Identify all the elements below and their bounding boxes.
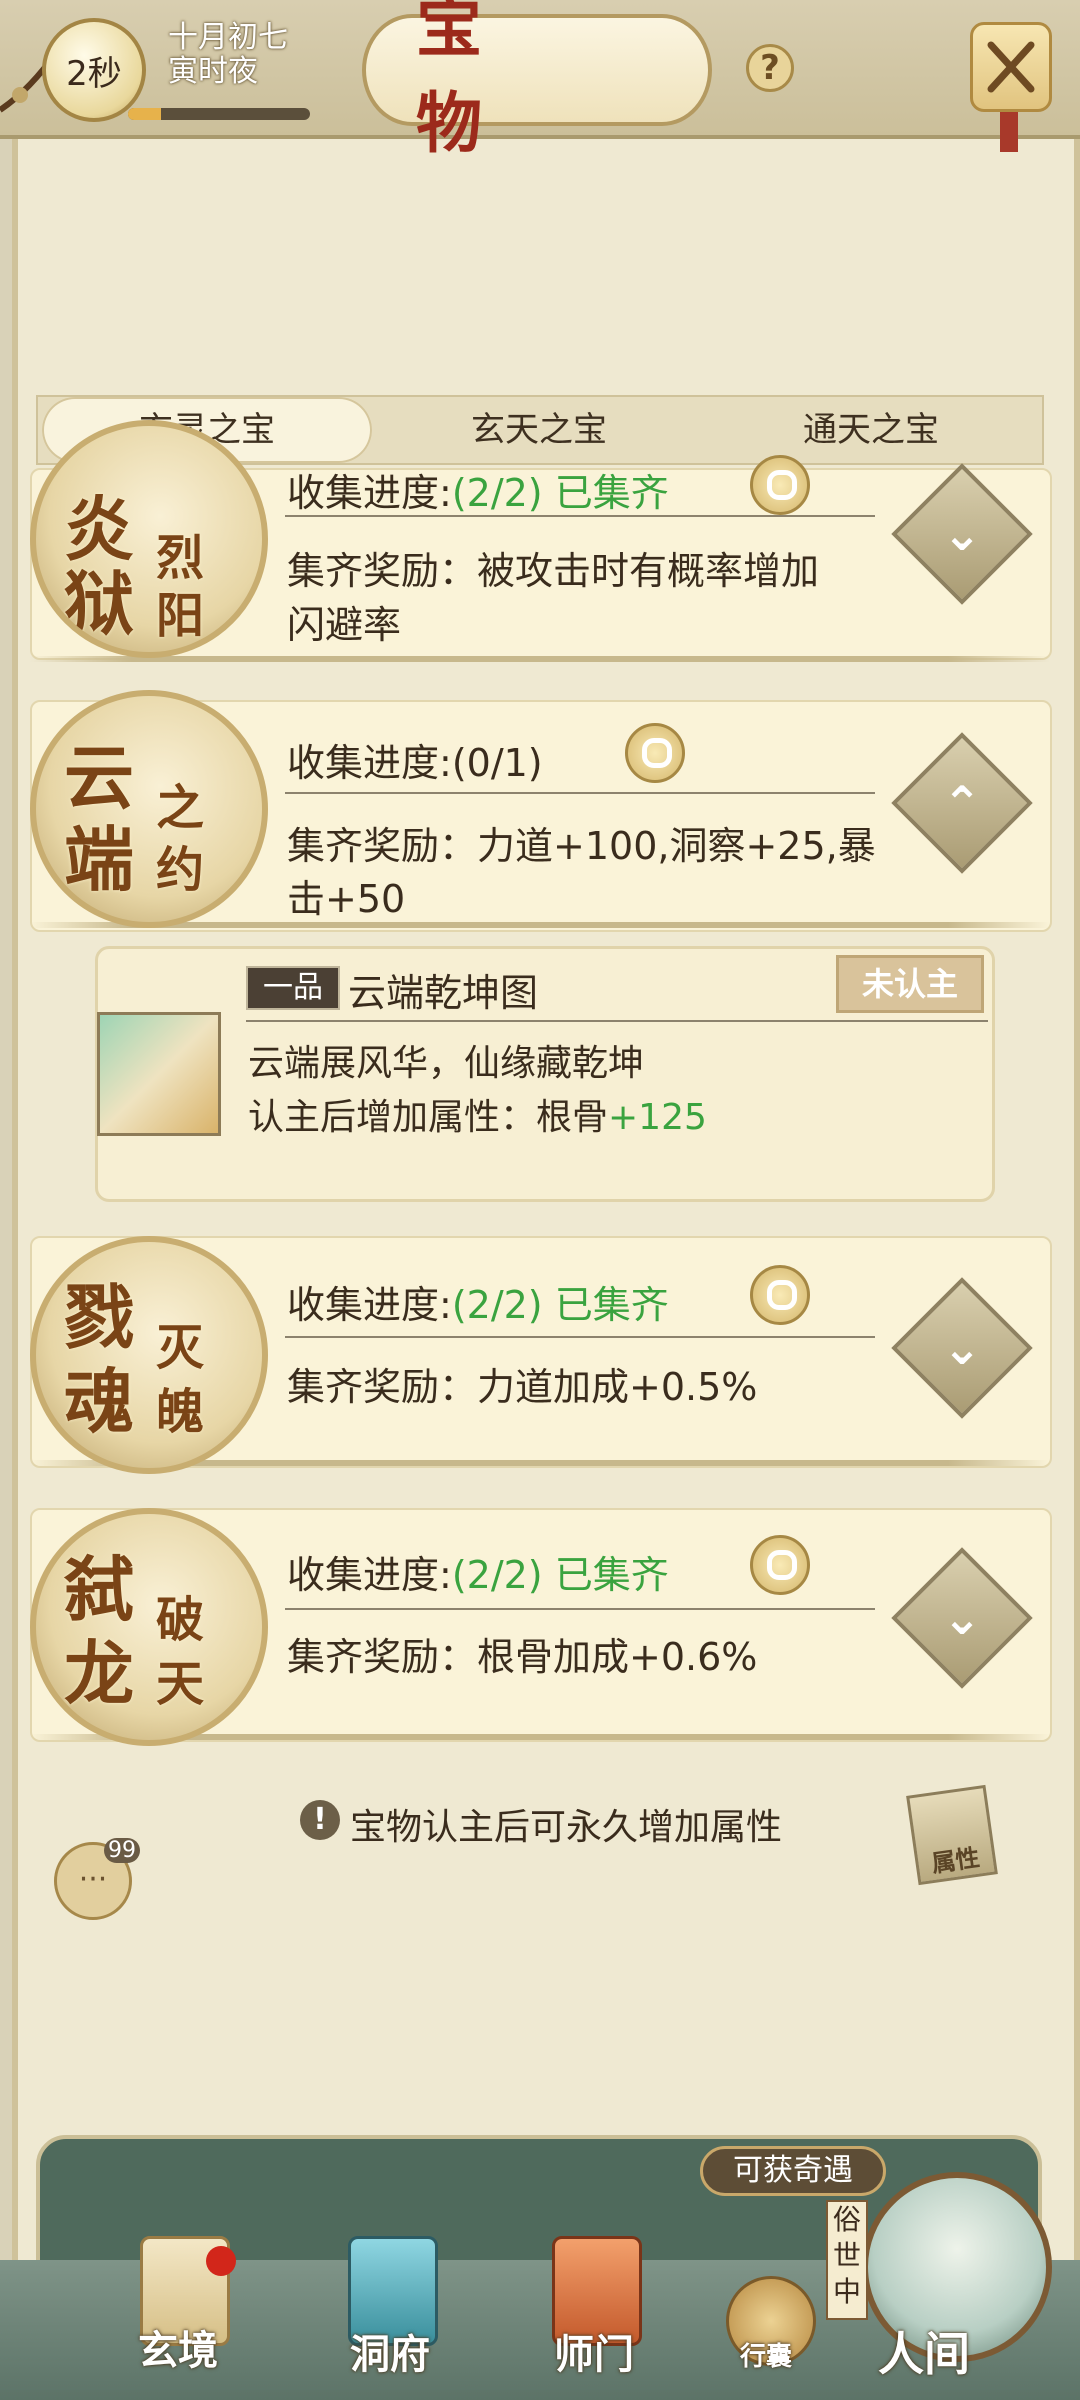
emblem-char: 之 — [156, 780, 205, 836]
help-button[interactable]: ? — [746, 44, 794, 92]
chevron-down-icon: ⌄ — [942, 1321, 982, 1375]
progress-row: 收集进度:(2/2) 已集齐 — [287, 1283, 669, 1327]
row-separator — [285, 792, 875, 794]
nav-xingnang[interactable]: 行囊 — [740, 2336, 792, 2373]
emblem-char: 天 — [156, 1656, 205, 1712]
reward-row: 集齐奖励：力道+100,洞察+25,暴 — [287, 824, 876, 868]
nav-shimen[interactable]: 师门 — [554, 2322, 634, 2380]
set-emblem-4: 弑 龙 破 天 — [30, 1508, 268, 1746]
scroll-item-icon[interactable] — [97, 1012, 221, 1136]
tab-xuantian[interactable]: 玄天之宝 — [374, 397, 704, 463]
chat-icon: ··· — [78, 1862, 108, 1897]
reward-row-cont: 击+50 — [287, 877, 406, 921]
chat-count-badge: 99 — [104, 1838, 140, 1863]
chevron-down-icon: ⌄ — [942, 1591, 982, 1645]
row-separator — [246, 1020, 988, 1022]
set-emblem-1: 炎 狱 烈 阳 — [30, 420, 268, 658]
emblem-char: 端 — [64, 818, 134, 901]
title-plate: 宝 物 — [362, 0, 712, 162]
search-icon[interactable] — [750, 1535, 810, 1595]
row-separator — [285, 1336, 875, 1338]
progress-row: 收集进度:(0/1) — [287, 741, 543, 785]
reward-row: 集齐奖励：力道加成+0.5% — [287, 1365, 758, 1409]
grade-badge: 一品 — [246, 966, 340, 1010]
search-icon[interactable] — [625, 723, 685, 783]
reward-row-cont: 闪避率 — [287, 603, 402, 647]
item-description: 云端展风华，仙缘藏乾坤 — [248, 1043, 645, 1084]
progress-row: 收集进度:(2/2) 已集齐 — [287, 471, 669, 515]
row-separator — [285, 515, 875, 517]
chevron-down-icon: ⌄ — [942, 507, 982, 561]
time-progress-bar — [128, 108, 310, 120]
emblem-char: 狱 — [64, 562, 134, 645]
emblem-char: 灭 — [156, 1320, 205, 1376]
set-emblem-3: 戮 魂 灭 魄 — [30, 1236, 268, 1474]
adventure-tag[interactable]: 可获奇遇 — [700, 2146, 886, 2196]
tab-tongtian[interactable]: 通天之宝 — [706, 397, 1036, 463]
close-tassel — [1000, 112, 1018, 152]
row-separator — [285, 1608, 875, 1610]
reward-row: 集齐奖励：根骨加成+0.6% — [287, 1635, 758, 1679]
reward-row: 集齐奖励：被攻击时有概率增加 — [287, 549, 820, 593]
close-icon — [987, 41, 1035, 93]
search-icon[interactable] — [750, 1265, 810, 1325]
emblem-char: 魄 — [156, 1384, 205, 1440]
lunar-time: 寅时夜 — [168, 54, 258, 89]
nav-renjian[interactable]: 人间 — [878, 2318, 970, 2384]
nav-dongfu[interactable]: 洞府 — [350, 2322, 430, 2380]
red-dot-badge — [206, 2246, 236, 2276]
search-icon[interactable] — [750, 455, 810, 515]
page-title: 宝 物 — [416, 0, 532, 162]
vertical-status: 俗世中 — [826, 2200, 868, 2320]
status-badge: 未认主 — [836, 955, 984, 1013]
emblem-char: 魂 — [64, 1360, 134, 1443]
info-icon: ! — [300, 1800, 340, 1840]
progress-row: 收集进度:(2/2) 已集齐 — [287, 1553, 669, 1597]
emblem-char: 破 — [156, 1592, 205, 1648]
card-divider — [30, 656, 1050, 662]
close-button[interactable] — [970, 22, 1052, 112]
notice-text: 宝物认主后可永久增加属性 — [350, 1807, 783, 1848]
time-progress-fill — [128, 108, 161, 120]
emblem-char: 约 — [156, 842, 205, 898]
emblem-char: 龙 — [64, 1632, 134, 1715]
item-attribute: 认主后增加属性：根骨+125 — [248, 1097, 707, 1138]
lunar-date: 十月初七 — [168, 20, 288, 55]
set-emblem-2: 云 端 之 约 — [30, 690, 268, 928]
item-name: 云端乾坤图 — [348, 971, 539, 1015]
attribute-button[interactable]: 属性 — [906, 1784, 998, 1886]
chevron-up-icon: ⌃ — [942, 776, 982, 830]
emblem-char: 阳 — [156, 588, 205, 644]
nav-xuanjing[interactable]: 玄境 — [138, 2318, 218, 2376]
timer-badge: 2秒 — [42, 18, 146, 122]
